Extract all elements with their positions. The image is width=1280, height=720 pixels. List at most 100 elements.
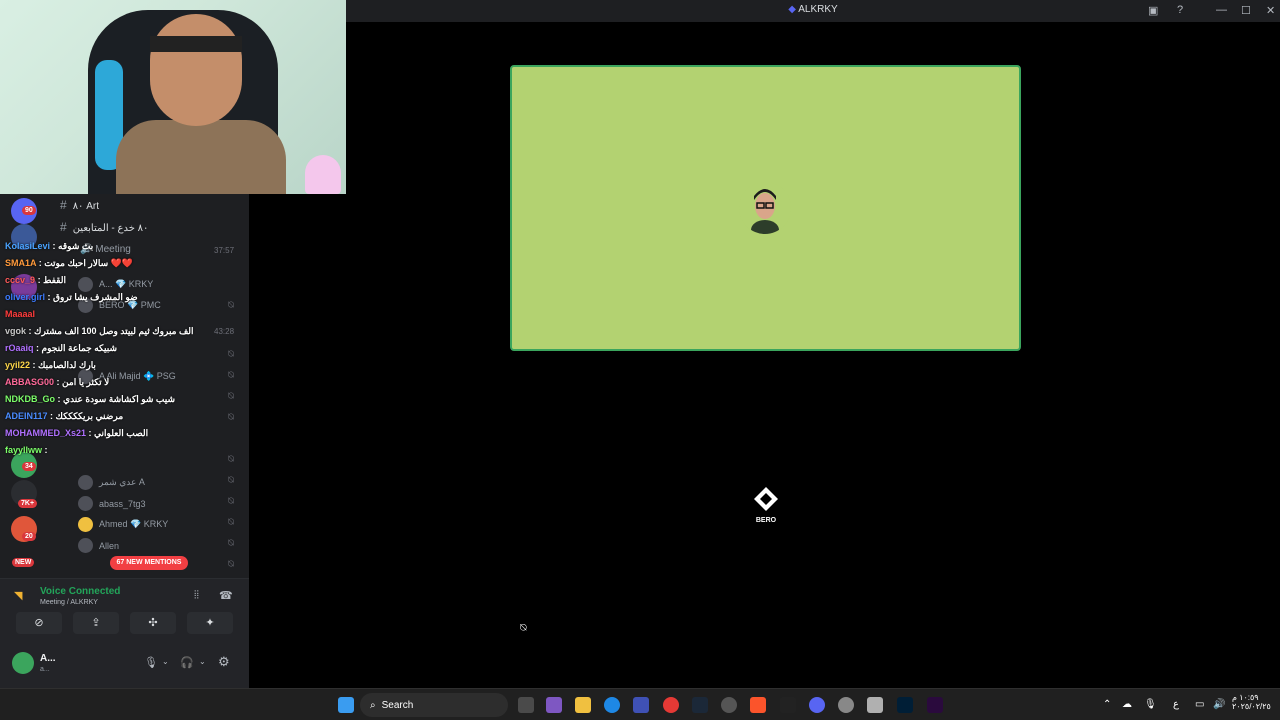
channel-label: Meeting	[95, 244, 131, 255]
volume-icon[interactable]: 🔊	[1213, 699, 1225, 710]
bero-label: BERO	[755, 517, 777, 524]
window-titlebar: ◆ ALKRKY ▣ ? — ☐ ✕	[346, 0, 1280, 22]
chevron-down-icon[interactable]: ⌄	[162, 657, 169, 666]
store-icon[interactable]	[633, 697, 649, 713]
new-badge: NEW	[12, 558, 35, 567]
close-icon[interactable]: ✕	[1266, 4, 1275, 17]
chat-message: cccv_9 : القفط	[5, 275, 66, 286]
chevron-down-icon[interactable]: ⌄	[199, 657, 206, 666]
start-icon[interactable]	[338, 697, 354, 713]
chevron-up-icon[interactable]: ⌃	[1103, 699, 1111, 710]
deafen-icon: ⍉	[228, 496, 234, 507]
deafen-icon: ⍉	[228, 559, 234, 570]
guild-badge: 34	[22, 462, 36, 471]
mic-tray-icon[interactable]: 🎙	[1144, 699, 1157, 710]
member-name: A Ali Majid 💠 PSG	[99, 371, 176, 381]
chat-message: MOHAMMED_Xs21 : الصب العلواني	[5, 428, 148, 439]
cloud-icon[interactable]: ☁	[1122, 699, 1132, 710]
user-panel: A... a... 🎙 ⌄ 🎧 ⌄ ⚙	[0, 640, 249, 688]
deafen-icon: ⍉	[228, 370, 234, 381]
hash-icon: #	[60, 198, 67, 212]
voice-member[interactable]: عدي شمر A	[78, 475, 145, 490]
screen-share-button[interactable]: ⇪	[73, 612, 119, 634]
voice-member[interactable]: A... 💎 KRKY	[78, 277, 153, 292]
user-sub: a...	[40, 666, 50, 673]
chat-text: : سالار احبك موتت ❤️❤️	[38, 258, 134, 268]
chat-text: : شيب شو اكشاشة سودة عندي	[57, 394, 176, 404]
microphone-icon[interactable]: 🎙	[144, 656, 158, 669]
file-explorer-icon[interactable]	[575, 697, 591, 713]
brave-icon[interactable]	[750, 697, 766, 713]
windows-taskbar: ⌕ Search ⌃ ☁ 🎙 ع ▭ 🔊 ١٠:٥٩ م ٢٠٢٥/٠٢/٢٥	[0, 688, 1280, 720]
chrome-icon[interactable]	[663, 697, 679, 713]
photoshop-icon[interactable]	[897, 697, 913, 713]
voice-member[interactable]: abass_7tg3	[78, 496, 146, 511]
clock[interactable]: ١٠:٥٩ م ٢٠٢٥/٠٢/٢٥	[1232, 693, 1271, 711]
chat-user: vgok	[5, 326, 27, 336]
discord-taskbar-icon[interactable]	[809, 697, 825, 713]
member-name: Allen	[99, 540, 120, 551]
signal-icon: ◥	[14, 590, 23, 602]
screen-share-icon: ⇪	[91, 617, 101, 629]
channel-label: ٨٠ Art	[72, 201, 99, 212]
deafen-icon: ⍉	[228, 349, 234, 360]
voice-member[interactable]: Ahmed 💎 KRKY	[78, 517, 168, 532]
camera-off-icon: ⊘	[34, 617, 44, 629]
new-mentions-pill[interactable]: 67 NEW MENTIONS	[110, 556, 188, 570]
channel-tricks[interactable]: #٨٠ خدع - المتابعين	[60, 220, 148, 234]
settings-gear-icon[interactable]: ⚙	[218, 654, 230, 670]
member-name: Ahmed 💎 KRKY	[99, 519, 169, 529]
search-icon: ⌕	[370, 699, 376, 711]
edge-icon[interactable]	[604, 697, 620, 713]
voice-member[interactable]: Allen	[78, 538, 119, 553]
chat-message: oliver.girl : ضو المشرف يشا تروق	[5, 292, 138, 303]
guild-badge: 90	[22, 206, 36, 215]
soundboard-button[interactable]: ✦	[187, 612, 233, 634]
clock-time: ١٠:٥٩ م	[1232, 693, 1259, 702]
chat-user: ADEIN117	[5, 411, 48, 421]
bero-logo: BERO	[740, 486, 792, 524]
steam-icon[interactable]	[692, 697, 708, 713]
chat-user: yyil22	[5, 360, 31, 370]
chat-text: : بارك لدالصامبك	[32, 360, 96, 370]
disconnect-icon[interactable]: ☎	[219, 589, 233, 602]
voice-timer: 43:28	[214, 327, 235, 336]
voice-channel[interactable]: Meeting / ALKRKY	[40, 599, 98, 606]
taskbar-search[interactable]: ⌕ Search	[360, 693, 508, 717]
headphones-icon[interactable]: 🎧	[180, 656, 194, 669]
chat-user: oliver.girl	[5, 292, 46, 302]
chat-user: NDKDB_Go	[5, 394, 56, 404]
premiere-icon[interactable]	[927, 697, 943, 713]
chat-message: ADEIN117 : مرضني بريككككك	[5, 411, 123, 422]
chat-message: ABBASG00 : لا تكثر يا امن	[5, 377, 109, 388]
user-avatar[interactable]	[12, 652, 34, 674]
language-indicator[interactable]: ع	[1173, 699, 1179, 710]
window-title-text: ALKRKY	[798, 4, 838, 15]
app-icon[interactable]	[838, 697, 854, 713]
minimize-icon[interactable]: —	[1216, 4, 1227, 16]
app-icon[interactable]	[867, 697, 883, 713]
activities-button[interactable]: ✣	[130, 612, 176, 634]
deafen-icon: ⍉	[228, 517, 234, 528]
avatar	[78, 475, 93, 490]
member-name: abass_7tg3	[99, 498, 146, 509]
inbox-icon[interactable]: ▣	[1148, 4, 1158, 17]
chat-user: fayyllww	[5, 445, 43, 455]
camera-off-button[interactable]: ⊘	[16, 612, 62, 634]
app-icon[interactable]	[721, 697, 737, 713]
maximize-icon[interactable]: ☐	[1241, 4, 1251, 17]
chat-text: : بث شوقه	[52, 241, 94, 251]
help-icon[interactable]: ?	[1177, 4, 1183, 16]
chat-message: vgok : الف مبروك ثيم لبيتد وصل 100 الف م…	[5, 326, 194, 337]
headset-band	[150, 36, 242, 52]
search-label: Search	[381, 699, 414, 711]
capcut-icon[interactable]	[780, 697, 796, 713]
copilot-icon[interactable]	[546, 697, 562, 713]
chat-message: NDKDB_Go : شيب شو اكشاشة سودة عندي	[5, 394, 175, 405]
task-view-icon[interactable]	[518, 697, 534, 713]
deafen-icon: ⍉	[228, 454, 234, 465]
network-icon[interactable]: ▭	[1195, 699, 1204, 710]
noise-suppression-icon[interactable]: ⦙⦙	[194, 589, 199, 602]
channel-art[interactable]: #٨٠ Art	[60, 198, 99, 212]
guild-badge: 7K+	[18, 499, 38, 508]
